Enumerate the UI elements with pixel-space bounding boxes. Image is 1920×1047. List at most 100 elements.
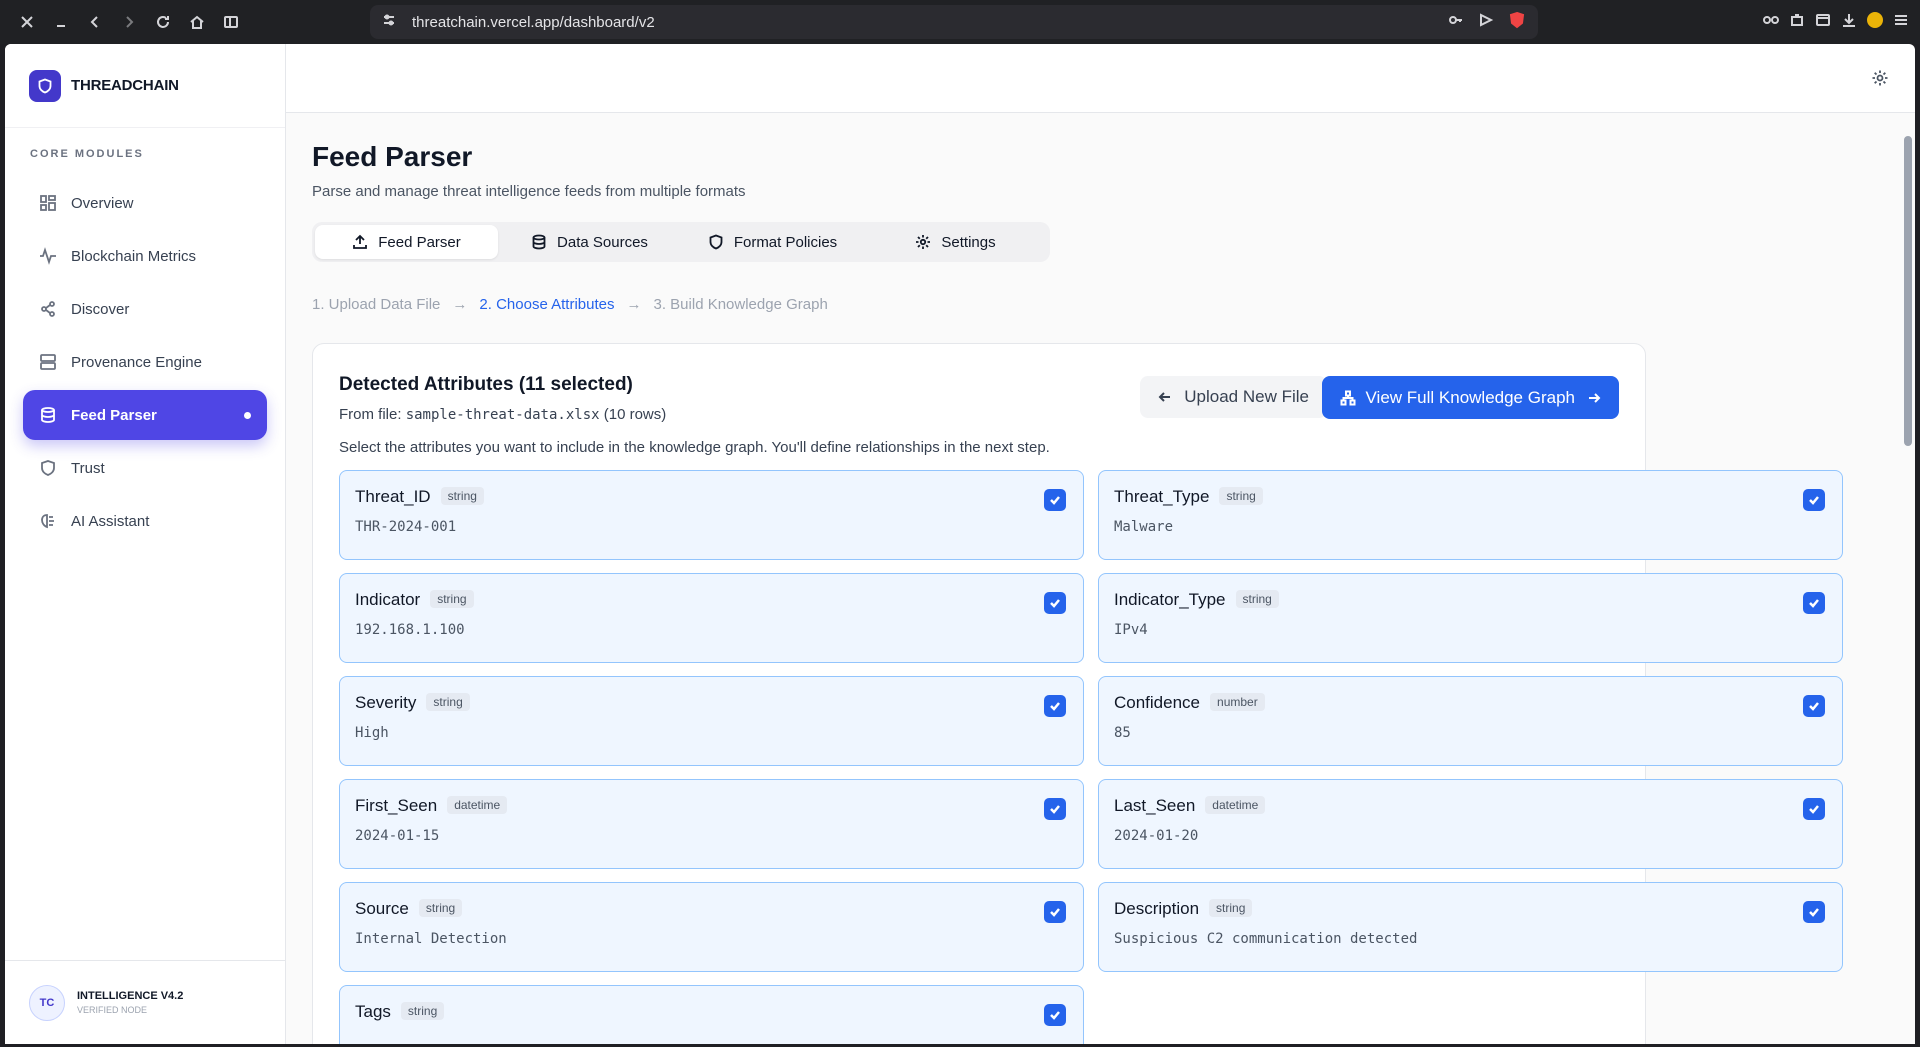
check-icon — [1050, 805, 1060, 814]
check-icon — [1809, 496, 1819, 505]
check-icon — [1809, 702, 1819, 711]
attribute-name: First_Seen — [355, 796, 438, 815]
attribute-type-badge: string — [430, 590, 474, 608]
tab-format-policies[interactable]: Format Policies — [681, 225, 864, 259]
attribute-sample-value: High — [355, 725, 389, 741]
reload-icon[interactable] — [146, 5, 180, 39]
sidebar-item-trust[interactable]: Trust — [23, 443, 267, 493]
downloads-icon[interactable] — [1840, 11, 1858, 34]
forward-icon[interactable] — [112, 5, 146, 39]
sidebar-item-ai-assistant[interactable]: AI Assistant — [23, 496, 267, 546]
sidebar-item-feed-parser[interactable]: Feed Parser — [23, 390, 267, 440]
tab-data-sources[interactable]: Data Sources — [498, 225, 681, 259]
sidebar-item-label: Blockchain Metrics — [71, 247, 197, 265]
sidebar-nav: Overview Blockchain Metrics Discover Pro… — [5, 178, 285, 549]
scrollbar[interactable] — [1903, 114, 1913, 1044]
main-area: Feed Parser Parse and manage threat inte… — [286, 44, 1915, 1044]
url-text[interactable]: threatchain.vercel.app/dashboard/v2 — [412, 14, 1448, 31]
check-icon — [1050, 599, 1060, 608]
attribute-card[interactable]: Source string Internal Detection — [339, 882, 1084, 972]
home-icon[interactable] — [180, 5, 214, 39]
attribute-checkbox[interactable] — [1803, 592, 1825, 614]
attribute-type-badge: string — [400, 1002, 445, 1020]
attribute-checkbox[interactable] — [1044, 1004, 1066, 1026]
attribute-card[interactable]: Indicator string 192.168.1.100 — [339, 573, 1084, 663]
attribute-card[interactable]: Tags string — [339, 985, 1084, 1044]
attribute-checkbox[interactable] — [1044, 695, 1066, 717]
sidebar-item-provenance-engine[interactable]: Provenance Engine — [23, 337, 267, 387]
sidebar-item-blockchain-metrics[interactable]: Blockchain Metrics — [23, 231, 267, 281]
attribute-card[interactable]: Threat_Type string Malware — [1098, 470, 1843, 560]
check-icon — [1809, 908, 1819, 917]
attribute-name: Description — [1114, 899, 1200, 918]
attribute-type-badge: string — [418, 899, 463, 917]
attribute-name: Severity — [355, 693, 417, 712]
extensions-icon[interactable] — [1788, 11, 1806, 34]
brave-shield-icon[interactable] — [1508, 11, 1526, 33]
attribute-sample-value: THR-2024-001 — [355, 519, 457, 535]
attribute-card[interactable]: First_Seen datetime 2024-01-15 — [339, 779, 1084, 869]
minimize-window-icon[interactable] — [44, 5, 78, 39]
tab-settings[interactable]: Settings — [864, 225, 1047, 259]
attribute-checkbox[interactable] — [1044, 592, 1066, 614]
section-label: CORE MODULES — [30, 148, 144, 160]
network-icon — [1340, 390, 1356, 405]
attribute-checkbox[interactable] — [1044, 798, 1066, 820]
site-info-icon[interactable] — [382, 13, 396, 31]
address-bar[interactable]: threatchain.vercel.app/dashboard/v2 — [370, 5, 1538, 39]
attribute-type-badge: string — [1235, 590, 1279, 608]
page-title: Feed Parser — [312, 141, 473, 172]
attribute-card[interactable]: Last_Seen datetime 2024-01-20 — [1098, 779, 1843, 869]
check-icon — [1050, 908, 1060, 917]
tab-feed-parser[interactable]: Feed Parser — [315, 225, 498, 259]
sidebar-item-discover[interactable]: Discover — [23, 284, 267, 334]
back-icon[interactable] — [78, 5, 112, 39]
wallet-icon[interactable] — [1762, 11, 1780, 34]
sidebar-item-label: Trust — [71, 459, 105, 477]
attribute-card[interactable]: Severity string High — [339, 676, 1084, 766]
gear-icon[interactable] — [1871, 69, 1889, 87]
footer-subtitle: VERIFIED NODE — [77, 1005, 148, 1015]
step-build-graph[interactable]: 3. Build Knowledge Graph — [654, 296, 828, 313]
attribute-checkbox[interactable] — [1803, 798, 1825, 820]
tab-manager-icon[interactable] — [1814, 11, 1832, 34]
attribute-type-badge: datetime — [1205, 796, 1266, 814]
close-window-icon[interactable] — [10, 5, 44, 39]
attribute-sample-value: IPv4 — [1114, 622, 1148, 638]
sidebar-item-label: AI Assistant — [71, 512, 150, 530]
attribute-card[interactable]: Indicator_Type string IPv4 — [1098, 573, 1843, 663]
attribute-checkbox[interactable] — [1803, 695, 1825, 717]
view-knowledge-graph-button[interactable]: View Full Knowledge Graph — [1321, 376, 1619, 419]
sidebar-item-overview[interactable]: Overview — [23, 178, 267, 228]
attribute-checkbox[interactable] — [1803, 489, 1825, 511]
send-icon[interactable] — [1478, 12, 1494, 32]
browser-toolbar: threatchain.vercel.app/dashboard/v2 — [0, 0, 1920, 44]
avatar[interactable]: TC — [29, 984, 65, 1021]
attribute-card[interactable]: Confidence number 85 — [1098, 676, 1843, 766]
tab-list: Feed Parser Data Sources Format Policies… — [312, 222, 1050, 262]
shield-icon — [41, 460, 55, 476]
scrollbar-thumb[interactable] — [1904, 136, 1912, 446]
profile-icon[interactable] — [1866, 11, 1884, 34]
sidebar-item-label: Overview — [71, 194, 134, 212]
attribute-checkbox[interactable] — [1803, 901, 1825, 923]
sidebar-toggle-icon[interactable] — [214, 5, 248, 39]
brand[interactable]: THREADCHAIN — [5, 44, 285, 128]
key-icon[interactable] — [1448, 12, 1464, 32]
step-choose-attributes[interactable]: 2. Choose Attributes — [479, 296, 614, 313]
active-indicator — [244, 411, 251, 419]
attribute-card[interactable]: Threat_ID string THR-2024-001 — [339, 470, 1084, 560]
step-upload[interactable]: 1. Upload Data File — [312, 296, 440, 313]
menu-icon[interactable] — [1892, 11, 1910, 34]
check-icon — [1050, 496, 1060, 505]
upload-icon — [353, 234, 368, 249]
stepper: 1. Upload Data File → 2. Choose Attribut… — [312, 296, 1875, 313]
attribute-checkbox[interactable] — [1044, 901, 1066, 923]
attribute-card[interactable]: Description string Suspicious C2 communica… — [1098, 882, 1843, 972]
arrow-right-icon — [1589, 392, 1601, 403]
attribute-type-badge: string — [1219, 487, 1263, 505]
attribute-checkbox[interactable] — [1044, 489, 1066, 511]
attribute-name: Last_Seen — [1114, 796, 1196, 815]
upload-new-file-button[interactable]: Upload New File — [1140, 376, 1327, 418]
file-name: sample-threat-data.xlsx — [405, 407, 600, 423]
